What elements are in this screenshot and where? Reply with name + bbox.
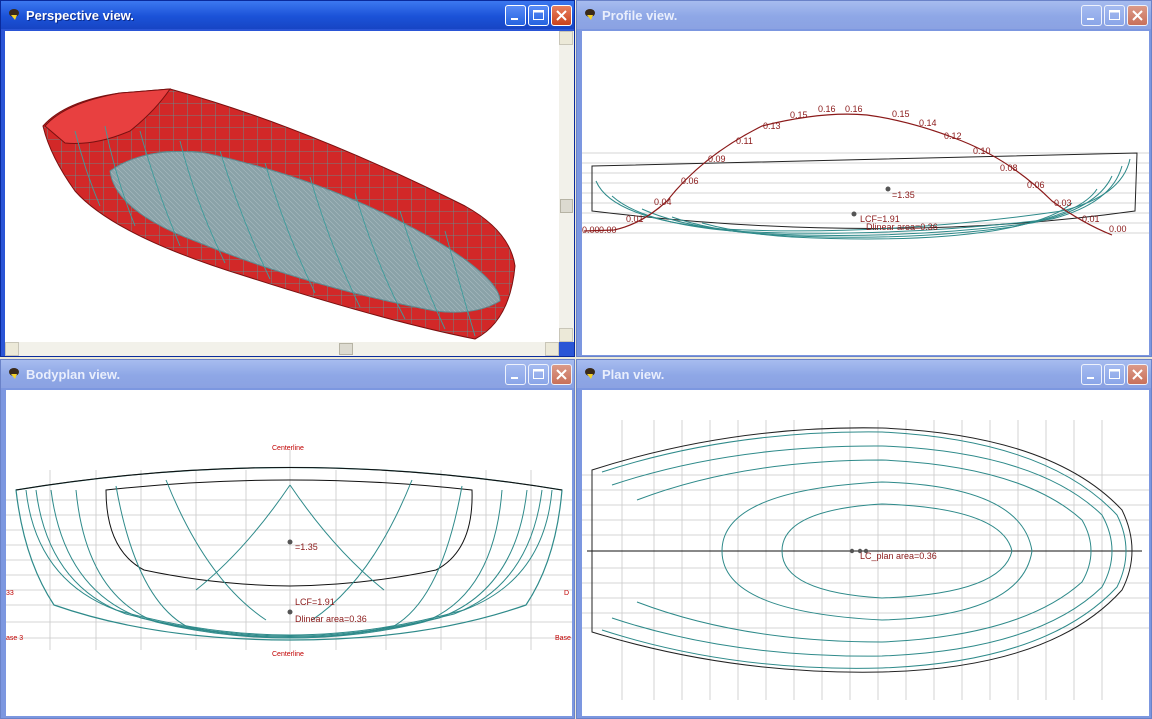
app-icon [9, 368, 19, 379]
app-icon [585, 9, 595, 20]
hull-3d-render [42, 88, 516, 340]
profile-drawing: 0.00 0.00 0.01 0.04 0.06 0.09 0.11 0.13 … [582, 104, 1149, 240]
area-value: 0.15 [892, 109, 910, 119]
area-label: Dlinear area=0.36 [866, 222, 938, 232]
horizontal-scrollbar[interactable] [5, 342, 559, 356]
scroll-down-button[interactable] [559, 328, 573, 342]
vertical-scrollbar[interactable] [559, 31, 574, 342]
maximize-button[interactable] [1104, 5, 1125, 26]
bodyplan-window[interactable]: Bodyplan view. Centerline Centerline =1.… [0, 359, 575, 719]
close-button[interactable] [1127, 5, 1148, 26]
window-title: Plan view. [602, 367, 665, 382]
bodyplan-canvas[interactable]: Centerline Centerline =1.35 LCF=1.91 Dli… [6, 390, 572, 716]
area-value: 0.01 [1082, 214, 1100, 224]
area-value: 0.12 [944, 131, 962, 141]
minimize-button[interactable] [1081, 5, 1102, 26]
base-left-label: ase 3 [6, 635, 23, 642]
scroll-thumb[interactable] [560, 199, 573, 213]
perspective-canvas[interactable] [5, 31, 559, 342]
scroll-left-button[interactable] [5, 342, 19, 356]
cob-label: =1.35 [892, 190, 915, 200]
maximize-button[interactable] [528, 5, 549, 26]
cob-marker [287, 539, 293, 545]
area-value: 0.06 [1027, 180, 1045, 190]
perspective-titlebar[interactable]: Perspective view. [1, 1, 574, 29]
window-title: Profile view. [602, 8, 678, 23]
close-button[interactable] [1127, 364, 1148, 385]
plan-marker [849, 548, 855, 554]
lcf-label: LCF=1.91 [295, 597, 335, 607]
window-title: Perspective view. [26, 8, 134, 23]
lcf-marker [851, 211, 857, 217]
area-value: 0.15 [790, 110, 808, 120]
minimize-button[interactable] [1081, 364, 1102, 385]
area-value: 0.08 [1000, 163, 1018, 173]
base-right-label: Base [555, 635, 571, 642]
app-icon [9, 9, 19, 20]
profile-window[interactable]: Profile view. 0.00 0.00 0.01 0.04 0.06 0… [576, 0, 1152, 357]
area-value: 0.00 [599, 225, 617, 235]
area-value: 0.14 [919, 118, 937, 128]
bodyplan-drawing: Centerline Centerline =1.35 LCF=1.91 Dli… [6, 445, 572, 658]
area-value: 0.01 [626, 214, 644, 224]
area-value: 0.00 [582, 225, 600, 235]
area-value: 0.04 [654, 197, 672, 207]
profile-canvas[interactable]: 0.00 0.00 0.01 0.04 0.06 0.09 0.11 0.13 … [582, 31, 1149, 355]
right-edge-label: D [564, 590, 569, 597]
plan-canvas[interactable]: LC_plan area=0.36 [582, 390, 1149, 716]
area-value: 0.09 [708, 154, 726, 164]
bodyplan-titlebar[interactable]: Bodyplan view. [1, 360, 574, 388]
plan-titlebar[interactable]: Plan view. [577, 360, 1151, 388]
scroll-right-button[interactable] [545, 342, 559, 356]
cob-label: =1.35 [295, 542, 318, 552]
area-value: 0.16 [845, 104, 863, 114]
hscroll-thumb[interactable] [339, 343, 353, 355]
area-value: 0.16 [818, 104, 836, 114]
lcf-marker [287, 609, 293, 615]
plan-drawing: LC_plan area=0.36 [582, 420, 1149, 700]
close-button[interactable] [551, 364, 572, 385]
area-label: Dlinear area=0.36 [295, 614, 367, 624]
centerline-label-top: Centerline [272, 445, 304, 452]
area-value: 0.11 [736, 136, 753, 146]
maximize-button[interactable] [1104, 364, 1125, 385]
area-value: 0.13 [763, 121, 781, 131]
perspective-window[interactable]: Perspective view. [0, 0, 575, 357]
window-title: Bodyplan view. [26, 367, 121, 382]
close-button[interactable] [551, 5, 572, 26]
plan-center-label: LC_plan area=0.36 [860, 551, 937, 561]
area-value: 0.10 [973, 146, 991, 156]
minimize-button[interactable] [505, 5, 526, 26]
scroll-up-button[interactable] [559, 31, 573, 45]
minimize-button[interactable] [505, 364, 526, 385]
plan-window[interactable]: Plan view. LC_plan area=0.36 [576, 359, 1152, 719]
area-value: 0.00 [1109, 224, 1127, 234]
area-value: 0.03 [1054, 198, 1072, 208]
app-icon [585, 368, 595, 379]
centerline-label-bottom: Centerline [272, 651, 304, 658]
profile-titlebar[interactable]: Profile view. [577, 1, 1151, 29]
maximize-button[interactable] [528, 364, 549, 385]
left-edge-label: 33 [6, 590, 14, 597]
cob-marker [885, 186, 891, 192]
area-value: 0.06 [681, 176, 699, 186]
